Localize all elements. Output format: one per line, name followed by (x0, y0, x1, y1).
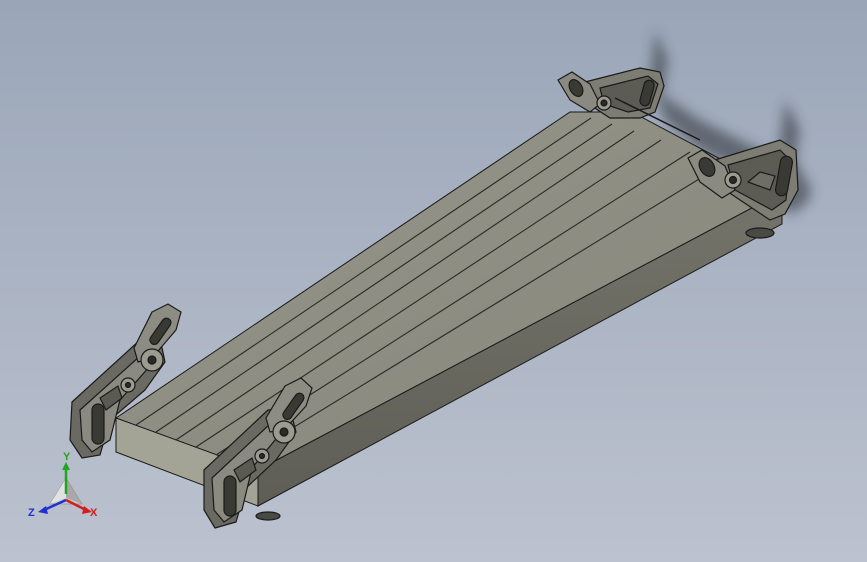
triad-x-axis: X (65, 498, 98, 519)
model-view[interactable] (0, 0, 867, 562)
x-axis-label: X (90, 507, 98, 519)
graphics-viewport[interactable]: Y X Z (0, 0, 867, 562)
triad-z-axis: Z (28, 498, 67, 519)
z-axis-label: Z (28, 507, 35, 519)
reference-triad: Y X Z (28, 451, 98, 519)
y-axis-label: Y (63, 451, 71, 463)
